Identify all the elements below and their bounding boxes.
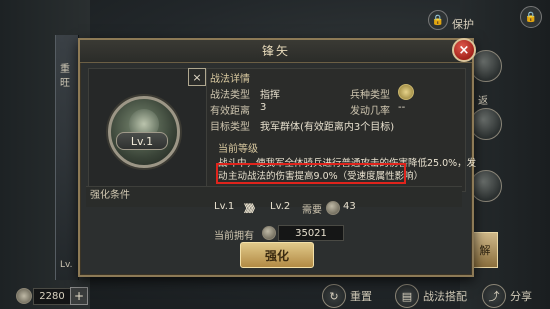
type-value: 指挥 [260, 90, 280, 101]
share-icon: ⤴ [482, 284, 506, 308]
back-label[interactable]: 返 [478, 92, 488, 107]
bg-left-text-2: 旺 [60, 78, 70, 89]
share-label: 分享 [510, 290, 532, 303]
combo-label: 战法搭配 [423, 290, 467, 303]
lock-icon-corner[interactable]: 🔒 [520, 6, 542, 28]
protect-label[interactable]: 保护 [452, 16, 474, 32]
troop-type-icon [398, 84, 414, 100]
highlight-box [216, 163, 406, 184]
combo-button[interactable]: ▤ 战法搭配 [395, 284, 467, 308]
solve-button[interactable]: 解 [472, 232, 498, 268]
bg-skill-icon-2[interactable] [470, 108, 502, 140]
upgrade-label: 强化条件 [90, 190, 130, 201]
tactics-book-icon: ▤ [395, 284, 419, 308]
owned-point-icon [262, 226, 276, 240]
share-button[interactable]: ⤴ 分享 [482, 284, 532, 308]
strengthen-button[interactable]: 强化 [240, 242, 314, 268]
currency-icon [16, 288, 32, 304]
need-amount: 43 [343, 201, 356, 212]
lock-icon[interactable]: 🔒 [428, 10, 448, 30]
target-label: 目标类型 [210, 122, 250, 133]
current-level-label: 当前等级 [218, 144, 258, 155]
lv-from: Lv.1 [214, 201, 235, 212]
reset-icon: ↻ [322, 284, 346, 308]
range-label: 有效距离 [210, 106, 250, 117]
bg-left-lv: Lv. [60, 260, 73, 270]
range-value: 3 [260, 102, 267, 113]
level-badge: Lv.1 [116, 132, 168, 150]
dialog-title: 锋矢 [261, 44, 290, 58]
target-value: 我军群体(有效距离内3个目标) [260, 122, 395, 133]
owned-label: 当前拥有 [214, 231, 254, 242]
currency-amount: 2280 [33, 288, 71, 305]
rate-label: 发动几率 [350, 106, 390, 117]
close-icon[interactable]: × [452, 38, 476, 62]
upgrade-arrows-icon: 》》》 [244, 204, 260, 215]
section-title: 战法详情 [210, 74, 250, 85]
reset-label: 重置 [350, 290, 372, 303]
need-label: 需要 [302, 205, 322, 216]
rate-value: -- [398, 102, 406, 113]
type-label: 战法类型 [210, 90, 250, 101]
owned-amount: 35021 [278, 225, 344, 241]
troop-label: 兵种类型 [350, 90, 390, 101]
add-currency-button[interactable]: + [70, 287, 88, 305]
dialog-title-bar: 锋矢 [80, 40, 472, 63]
tactic-point-icon [326, 201, 340, 215]
reset-button[interactable]: ↻ 重置 [322, 284, 372, 308]
bg-left-text-1: 重 [60, 64, 70, 75]
inner-close-icon[interactable]: × [188, 68, 206, 86]
bg-skill-icon-3[interactable] [470, 170, 502, 202]
lv-to: Lv.2 [270, 201, 291, 212]
